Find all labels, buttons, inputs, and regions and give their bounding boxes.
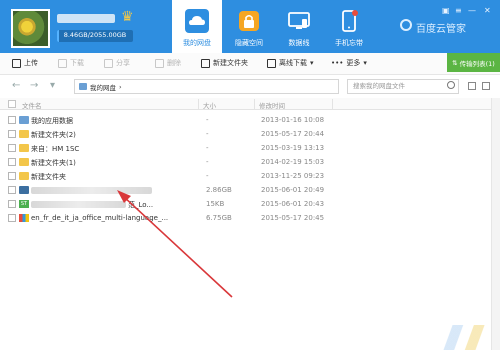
- annotation-arrow: [117, 190, 233, 298]
- annotation-arrow-shaft: [122, 195, 233, 298]
- decorative-corner: [438, 325, 500, 350]
- baidu-cloud-window: ♛ 8.46GB/2055.00GB 我的网盘 隐藏空间 数据线 手机忘带 百度…: [0, 0, 500, 350]
